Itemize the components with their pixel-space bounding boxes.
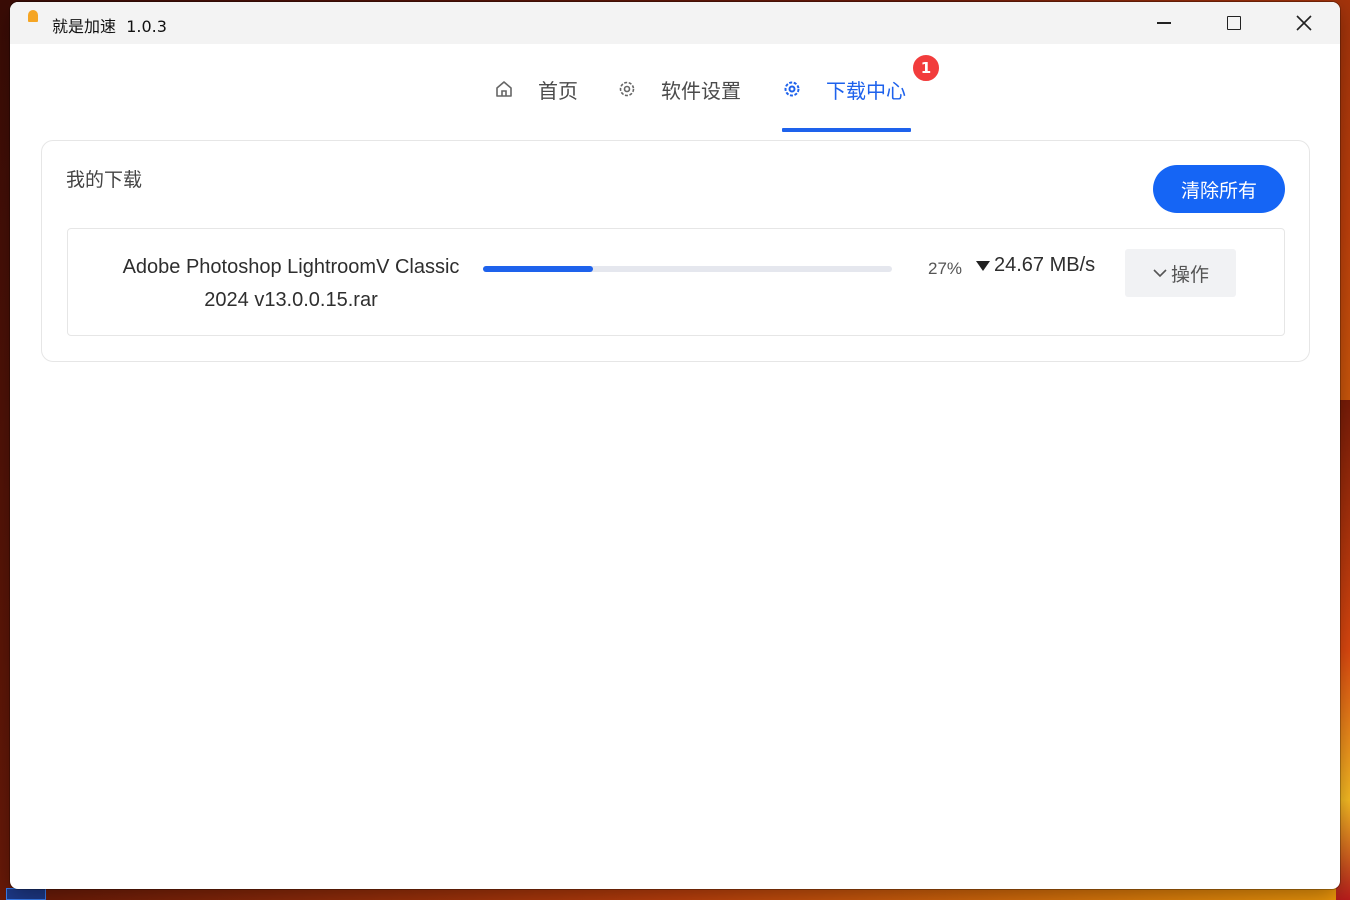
tab-home-label: 首页 <box>538 78 578 103</box>
minimize-button[interactable] <box>1129 2 1199 44</box>
tab-downloads[interactable]: 下载中心 <box>782 72 906 106</box>
actions-dropdown-button[interactable]: 操作 <box>1125 249 1236 297</box>
download-item: Adobe Photoshop LightroomV Classic 2024 … <box>67 228 1285 336</box>
tab-home[interactable]: 首页 <box>494 72 578 106</box>
file-name-line2: 2024 v13.0.0.15.rar <box>204 289 378 311</box>
tab-nav: 首页 软件设置 下载中心 <box>10 44 1340 134</box>
progress-bar <box>483 266 892 272</box>
downloads-card: 我的下载 清除所有 Adobe Photoshop LightroomV Cla… <box>41 140 1310 362</box>
progress-bar-fill <box>483 266 594 272</box>
clear-all-button[interactable]: 清除所有 <box>1153 165 1285 213</box>
app-title: 就是加速 1.0.3 <box>52 13 167 37</box>
home-icon <box>496 81 512 97</box>
taskbar-thumbnail[interactable] <box>6 888 46 900</box>
maximize-button[interactable] <box>1199 2 1269 44</box>
file-name: Adobe Photoshop LightroomV Classic 2024 … <box>92 251 490 317</box>
minimize-icon <box>1157 22 1171 24</box>
tab-settings-label: 软件设置 <box>661 78 741 103</box>
tab-settings[interactable]: 软件设置 <box>617 72 741 106</box>
tab-downloads-label: 下载中心 <box>826 78 906 103</box>
chevron-down-icon <box>1153 269 1167 278</box>
app-version: 1.0.3 <box>126 17 167 36</box>
downloads-title: 我的下载 <box>66 169 143 191</box>
title-bar: 就是加速 1.0.3 <box>10 2 1340 44</box>
maximize-icon <box>1227 16 1241 30</box>
close-button[interactable] <box>1269 2 1339 44</box>
app-window: 就是加速 1.0.3 首页 软件设置 下载中心 1 我的下载 清除所有 Adob… <box>10 2 1340 889</box>
progress-percent: 27% <box>928 259 963 278</box>
app-icon <box>28 10 38 22</box>
file-name-line1: Adobe Photoshop LightroomV Classic <box>122 256 460 278</box>
download-speed-value: 24.67 MB/s <box>994 254 1096 276</box>
gear-icon <box>784 81 800 97</box>
active-tab-indicator <box>782 128 911 132</box>
gear-icon <box>619 81 635 97</box>
actions-label: 操作 <box>1170 263 1209 286</box>
download-arrow-icon <box>976 260 990 271</box>
download-speed: 24.67 MB/s <box>976 254 1095 277</box>
app-title-name: 就是加速 <box>52 17 117 36</box>
close-icon <box>1296 15 1312 31</box>
notification-badge: 1 <box>911 53 941 83</box>
